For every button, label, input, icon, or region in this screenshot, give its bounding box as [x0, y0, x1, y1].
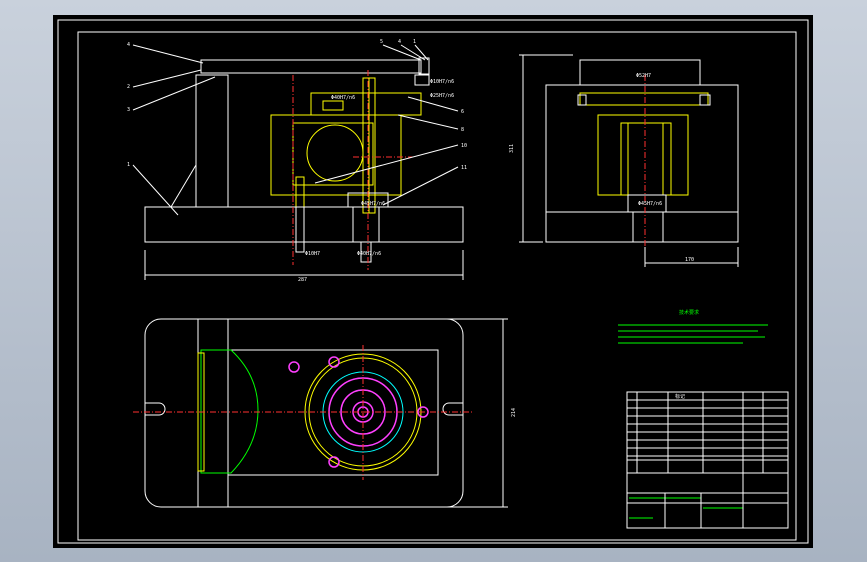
fit-label: Φ40H7/n6	[331, 95, 355, 101]
pin-left	[295, 206, 305, 253]
balloon: 10	[461, 143, 467, 149]
side-height-dim: 311	[509, 144, 515, 153]
notes-title: 技术要求	[679, 309, 699, 316]
title-block-header: 标记	[675, 393, 685, 400]
top-arm	[200, 59, 422, 74]
plan-height-dim: 214	[511, 408, 517, 417]
plan-view: 214	[133, 318, 517, 508]
side-workpiece	[597, 114, 689, 196]
side-fit-top: Φ52H7	[636, 73, 651, 79]
technical-notes: 技术要求	[618, 309, 768, 344]
balloon: 4	[127, 42, 130, 48]
balloon: 4	[398, 39, 401, 45]
balloon: 1	[127, 162, 130, 168]
side-base	[545, 211, 739, 243]
balloon: 6	[461, 109, 464, 115]
side-fit-bottom: Φ45H7/n6	[638, 201, 662, 207]
fit-label: Φ40H7/n6	[357, 251, 381, 257]
side-drill-plate	[579, 92, 709, 106]
plan-base-outline	[144, 318, 464, 508]
slot-right	[442, 402, 463, 416]
side-column	[545, 84, 739, 213]
balloon: 1	[413, 39, 416, 45]
workpiece-body	[270, 114, 402, 196]
side-view: Φ52H7 Φ45H7/n6 311 170	[509, 54, 739, 267]
side-width-dim: 170	[685, 257, 694, 263]
gusset-line	[170, 164, 197, 208]
front-width-dim: 287	[298, 277, 307, 283]
balloon: 2	[127, 84, 130, 90]
workpiece-cavity	[292, 122, 374, 186]
arm-bushing	[414, 74, 430, 86]
fit-label: Φ25H7/n6	[430, 93, 454, 99]
inner-frame	[77, 31, 797, 541]
column	[195, 74, 229, 208]
cad-drawing: 287 Φ10H7 Φ40H7/n6 Φ45H7/n6 Φ10H7/n6 Φ25…	[57, 19, 809, 544]
fit-label: Φ10H7	[305, 251, 320, 257]
drawing-canvas: 287 Φ10H7 Φ40H7/n6 Φ45H7/n6 Φ10H7/n6 Φ25…	[53, 15, 813, 548]
plan-column	[197, 318, 229, 508]
front-view: 287 Φ10H7 Φ40H7/n6 Φ45H7/n6 Φ10H7/n6 Φ25…	[127, 39, 467, 283]
balloon: 3	[127, 107, 130, 113]
balloon: 11	[461, 165, 467, 171]
balloon: 5	[380, 39, 383, 45]
drill-plate	[310, 92, 422, 116]
balloon: 8	[461, 127, 464, 133]
title-block: 标记	[626, 391, 789, 529]
fit-label: Φ45H7/n6	[361, 201, 385, 207]
slot-left	[145, 402, 166, 416]
fit-label: Φ10H7/n6	[430, 79, 454, 85]
bolt-hole	[288, 361, 300, 373]
